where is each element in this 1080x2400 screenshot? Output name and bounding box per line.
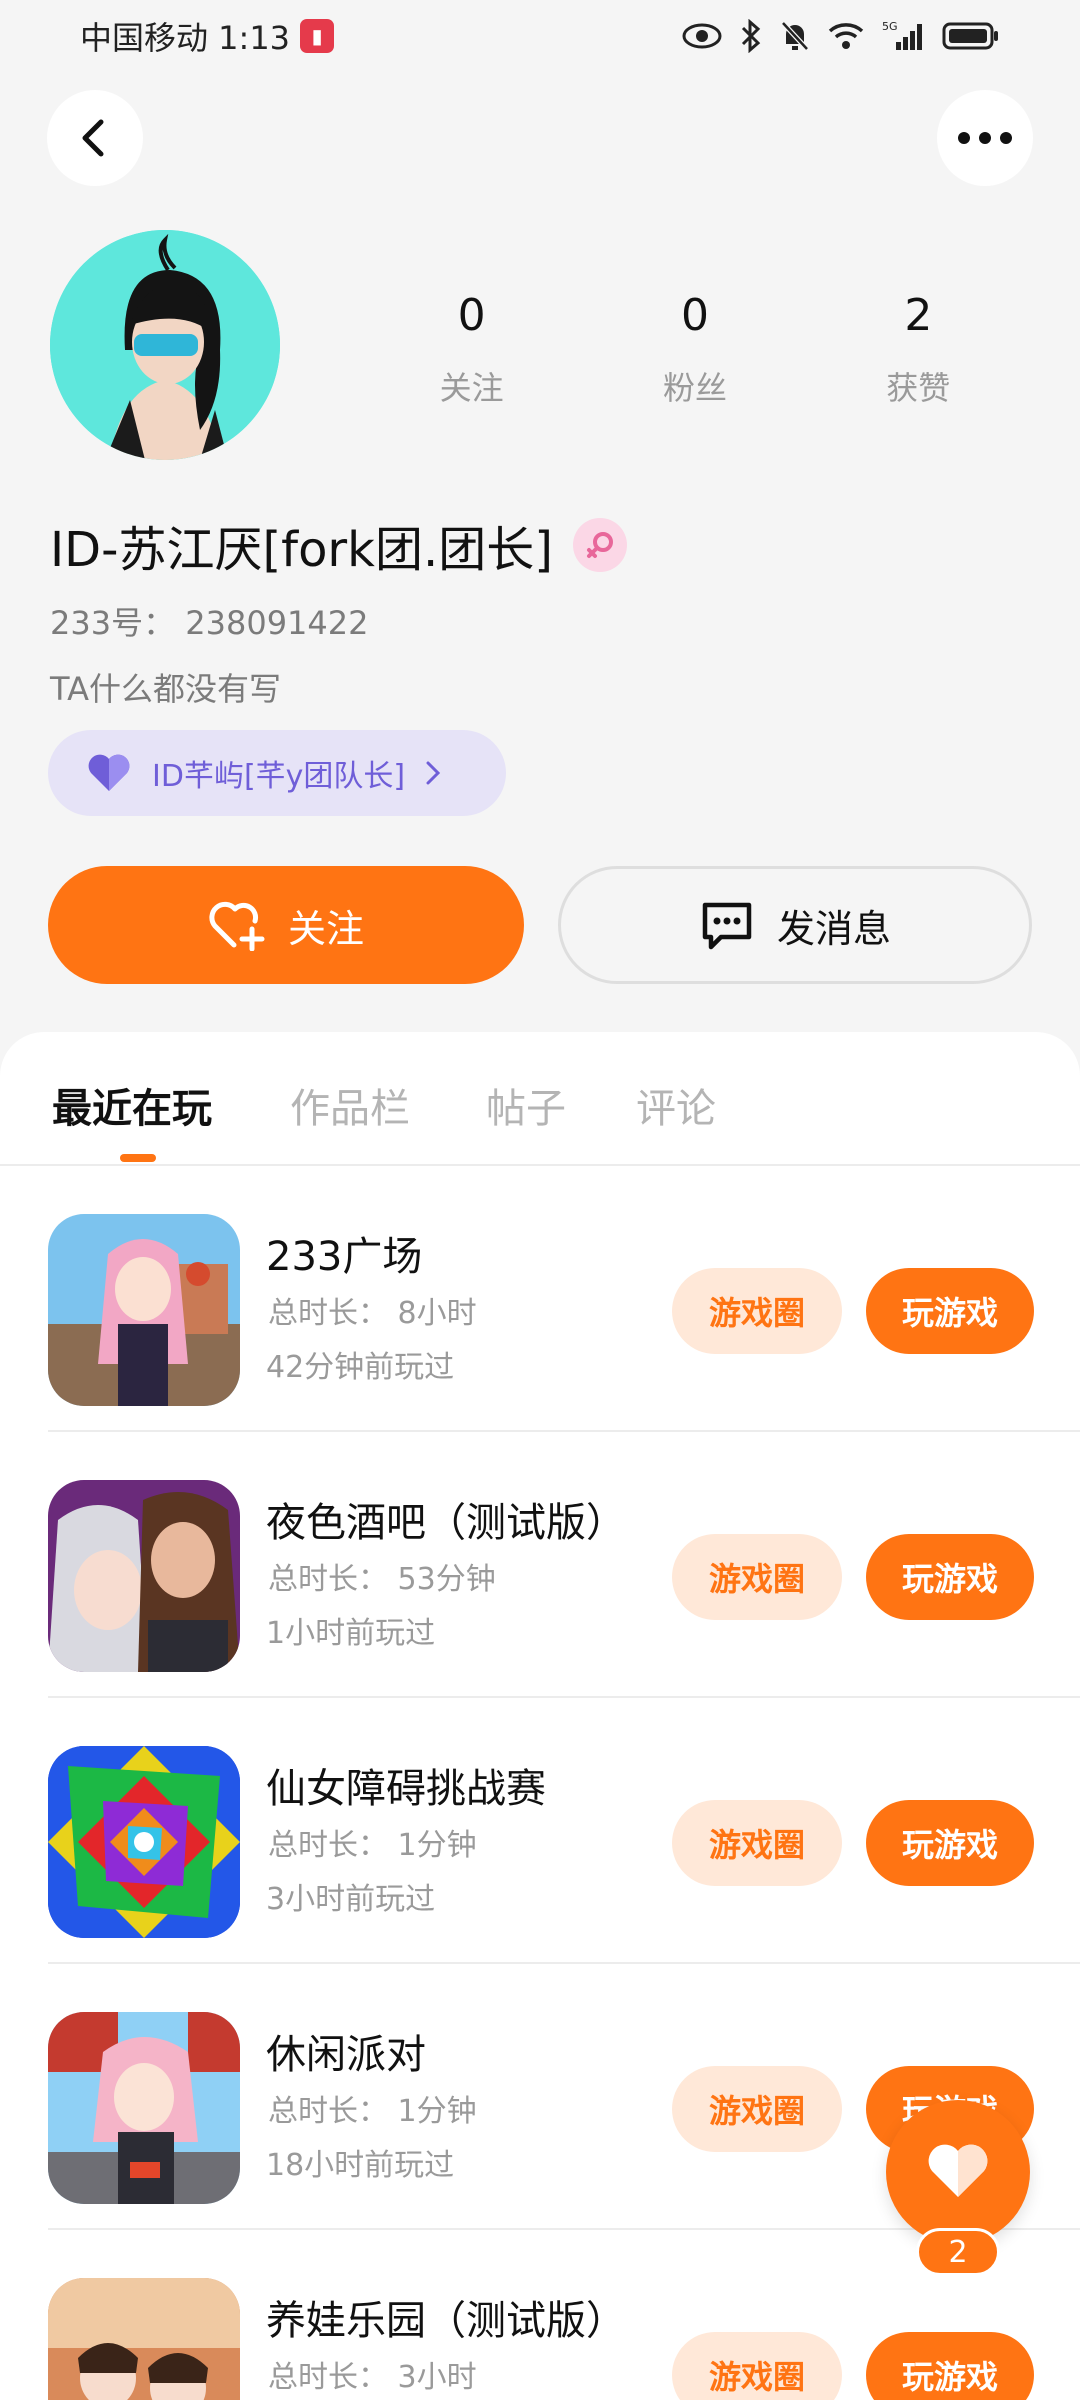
game-duration: 总时长： 1分钟 [268,1828,477,1863]
game-circle-button[interactable]: 游戏圈 [672,1800,842,1886]
user-name-row: ID-苏江厌[fork团.团长] [50,510,627,580]
more-dots-icon [958,132,1012,144]
eye-icon [682,23,722,49]
game-circle-button[interactable]: 游戏圈 [672,1534,842,1620]
game-last-played: 42分钟前玩过 [266,1350,455,1385]
stat-likes[interactable]: 2 获赞 [828,290,1008,409]
game-item[interactable]: 夜色酒吧（测试版） 总时长： 53分钟 1小时前玩过 游戏圈 玩游戏 [48,1432,1080,1698]
game-item[interactable]: 仙女障碍挑战赛 总时长： 1分钟 3小时前玩过 游戏圈 玩游戏 [48,1698,1080,1964]
message-label: 发消息 [776,906,891,951]
game-duration: 总时长： 53分钟 [268,1562,496,1597]
avatar-image [50,230,280,460]
tab-posts[interactable]: 帖子 [486,1076,566,1134]
user-id: 233号： 238091422 [50,604,369,642]
game-circle-button[interactable]: 游戏圈 [672,1268,842,1354]
tab-bar: 最近在玩 作品栏 帖子 评论 [0,1032,1080,1166]
battery-icon [942,22,998,50]
back-arrow-icon [82,119,104,157]
heart-icon [928,2144,988,2197]
stat-value: 0 [680,290,709,341]
stat-label: 获赞 [886,369,951,407]
play-game-button[interactable]: 玩游戏 [866,1268,1034,1354]
mute-bell-icon [781,21,809,51]
heart-plus-icon [209,901,265,951]
game-thumbnail [48,1746,240,1938]
game-title: 仙女障碍挑战赛 [266,1766,546,1812]
game-thumbnail [48,2278,240,2400]
bluetooth-icon [741,19,761,53]
status-bar: 中国移动 1:13 ▮ 5G [0,0,1080,72]
game-duration: 总时长： 1分钟 [268,2094,477,2129]
stat-value: 0 [457,290,486,341]
stat-label: 粉丝 [662,369,727,407]
stat-fans[interactable]: 0 粉丝 [605,290,785,409]
game-title: 养娃乐园（测试版） [266,2298,626,2344]
follow-label: 关注 [287,906,364,951]
game-last-played: 3小时前玩过 [266,1882,436,1917]
profile-stats: 0 关注 0 粉丝 2 获赞 [360,290,1030,409]
game-duration: 总时长： 8小时 [268,1296,477,1331]
tab-comments[interactable]: 评论 [636,1076,716,1134]
game-last-played: 18小时前玩过 [266,2148,455,2183]
team-chip-label: ID芊屿[芊y团队长] [152,759,406,794]
floating-like-button[interactable] [886,2100,1030,2244]
game-title: 休闲派对 [266,2032,426,2078]
more-button[interactable] [937,90,1033,186]
game-last-played: 1小时前玩过 [266,1616,436,1651]
stat-label: 关注 [439,369,504,407]
game-title: 夜色酒吧（测试版） [266,1500,626,1546]
tab-works[interactable]: 作品栏 [290,1076,410,1134]
follow-button[interactable]: 关注 [48,866,524,984]
play-game-button[interactable]: 玩游戏 [866,2332,1034,2400]
game-thumbnail [48,2012,240,2204]
back-button[interactable] [47,90,143,186]
user-name: ID-苏江厌[fork团.团长] [50,522,553,578]
game-thumbnail [48,1214,240,1406]
message-button[interactable]: 发消息 [558,866,1032,984]
book-app-icon: ▮ [300,19,335,53]
floating-like-count: 2 [916,2228,1000,2276]
avatar[interactable] [50,230,280,460]
tab-indicator [120,1154,156,1162]
game-circle-button[interactable]: 游戏圈 [672,2066,842,2152]
status-icons: 5G [682,19,1000,53]
status-left: 中国移动 1:13 ▮ [80,13,335,59]
play-game-button[interactable]: 玩游戏 [866,1534,1034,1620]
chevron-right-icon [426,761,441,785]
stat-following[interactable]: 0 关注 [382,290,562,409]
game-thumbnail [48,1480,240,1672]
game-title: 233广场 [266,1234,423,1280]
wifi-icon [828,23,864,49]
chat-bubble-icon [702,902,752,950]
user-bio: TA什么都没有写 [50,670,281,708]
tab-recent[interactable]: 最近在玩 [52,1076,212,1134]
heart-icon [88,754,130,791]
signal-5g-icon: 5G [882,20,922,50]
play-game-button[interactable]: 玩游戏 [866,1800,1034,1886]
game-item[interactable]: 233广场 总时长： 8小时 42分钟前玩过 游戏圈 玩游戏 [48,1166,1080,1432]
carrier-time: 中国移动 1:13 [80,19,291,57]
svg-text:5G: 5G [882,20,898,33]
female-icon [572,518,627,572]
game-circle-button[interactable]: 游戏圈 [672,2332,842,2400]
team-chip[interactable]: ID芊屿[芊y团队长] [48,730,506,816]
stat-value: 2 [904,290,933,341]
game-duration: 总时长： 3小时 [268,2360,477,2395]
